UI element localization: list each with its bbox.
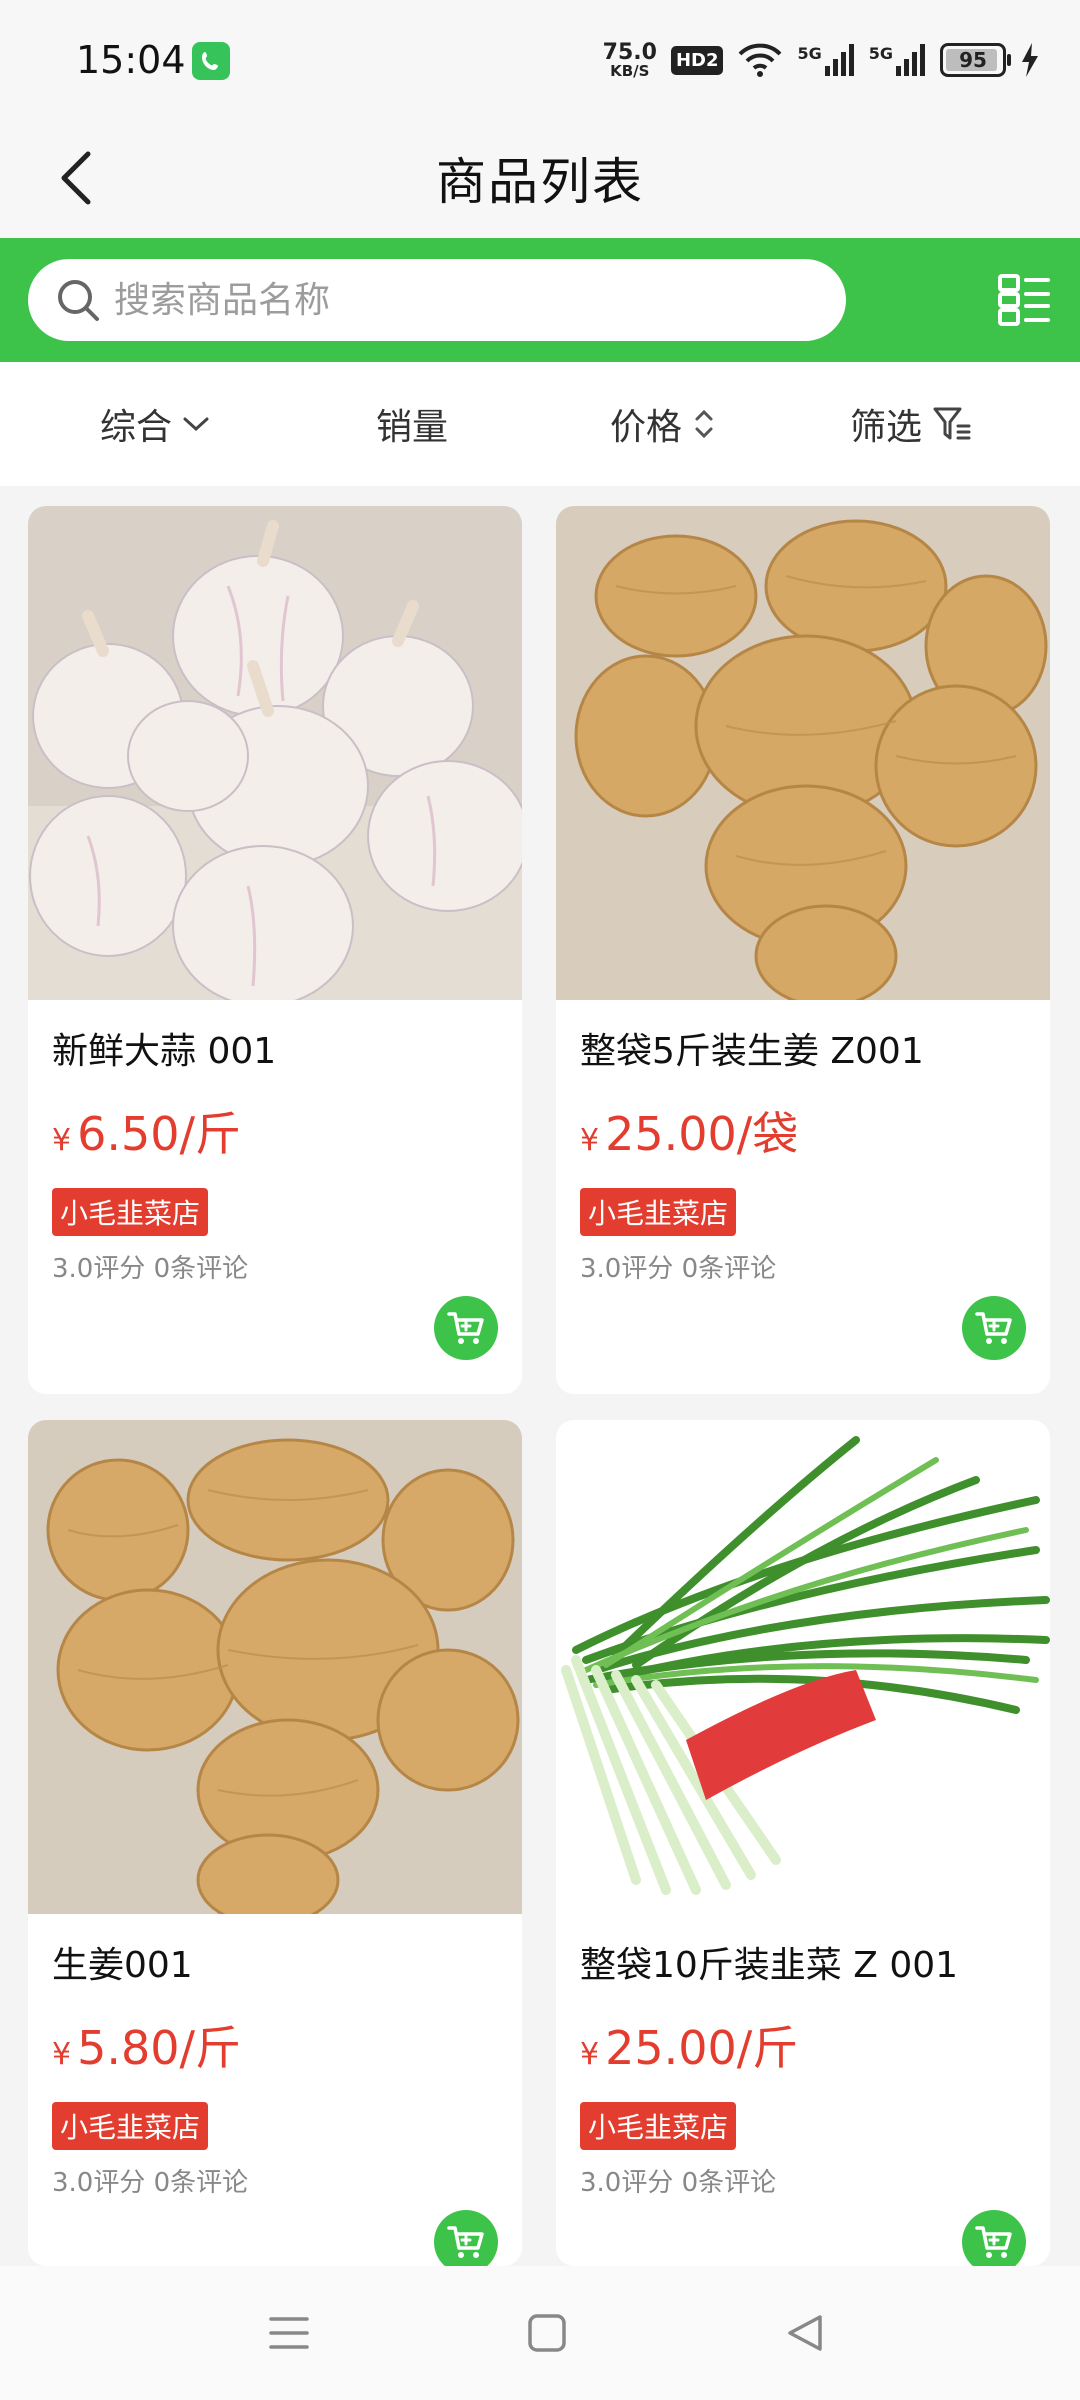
wifi-icon [739,43,782,77]
hd-voice-icon: HD2 [670,45,724,75]
filter-icon [933,407,971,440]
product-image-chives[interactable] [556,1420,1050,1914]
price-value: 6.50/斤 [77,1107,242,1161]
product-price: ¥ 5.80/斤 [52,2012,241,2078]
product-price: ¥ 25.00/袋 [580,1098,798,1164]
system-nav-bar [0,2266,1080,2400]
search-icon [58,280,99,321]
currency-symbol: ¥ [52,1123,72,1158]
page-title: 商品列表 [436,153,644,211]
search-input[interactable] [114,279,794,321]
price-value: 5.80/斤 [77,2021,242,2075]
status-time: 15:04 [76,38,186,82]
status-bar: 15:04 75.0 KB/S HD2 5G 5G 95 [0,0,1080,120]
sort-updown-icon [695,409,713,439]
sort-comprehensive[interactable]: 综合 [100,362,210,486]
sort-filter[interactable]: 筛选 [850,362,972,486]
sort-label: 销量 [376,407,449,448]
home-nav-button[interactable] [510,2296,584,2370]
product-card[interactable]: 新鲜大蒜 001 ¥ 6.50/斤 小毛韭菜店 3.0评分 0条评论 [28,506,522,1394]
add-to-cart-button[interactable] [962,1296,1026,1360]
product-name[interactable]: 整袋5斤装生姜 Z001 [580,1022,924,1074]
sort-filter-bar: 综合 销量 价格 筛选 [0,362,1080,486]
rating-reviews: 3.0评分 0条评论 [580,2168,777,2198]
price-value: 25.00/袋 [605,1107,799,1161]
menu-icon [269,2317,309,2349]
rating-reviews: 3.0评分 0条评论 [52,1254,249,1284]
product-image-ginger[interactable] [556,506,1050,1000]
add-to-cart-button[interactable] [434,1296,498,1360]
product-name[interactable]: 整袋10斤装韭菜 Z 001 [580,1936,958,1988]
battery-icon: 95 [940,43,1011,77]
shop-badge[interactable]: 小毛韭菜店 [580,2102,737,2150]
product-name[interactable]: 新鲜大蒜 001 [52,1022,276,1074]
currency-symbol: ¥ [580,1123,600,1158]
charging-bolt-icon [1022,43,1038,77]
shop-badge[interactable]: 小毛韭菜店 [52,2102,209,2150]
cart-icon [975,1312,1012,1344]
add-to-cart-button[interactable] [962,2210,1026,2266]
product-name[interactable]: 生姜001 [52,1936,193,1988]
sort-label: 价格 [610,407,683,448]
shop-badge[interactable]: 小毛韭菜店 [52,1188,209,1236]
app-header: 商品列表 [0,120,1080,238]
sort-label: 筛选 [850,407,923,448]
signal-label: 5G [868,44,893,63]
cart-icon [447,2226,484,2258]
cart-icon [447,1312,484,1344]
signal-5g-icon: 5G [869,44,926,76]
home-square-icon [528,2314,566,2352]
sort-label: 综合 [100,407,173,448]
product-card[interactable]: 整袋5斤装生姜 Z001 ¥ 25.00/袋 小毛韭菜店 3.0评分 0条评论 [556,506,1050,1394]
product-price: ¥ 6.50/斤 [52,1098,241,1164]
signal-label: 5G [797,44,822,63]
rating-reviews: 3.0评分 0条评论 [580,1254,777,1284]
grid-list-icon[interactable] [996,272,1052,328]
product-card[interactable]: 生姜001 ¥ 5.80/斤 小毛韭菜店 3.0评分 0条评论 [28,1420,522,2266]
menu-nav-button[interactable] [252,2296,326,2370]
add-to-cart-button[interactable] [434,2210,498,2266]
net-speed-value: 75.0 [602,39,657,65]
signal-5g-icon: 5G [797,44,854,76]
back-nav-button[interactable] [768,2296,842,2370]
price-value: 25.00/斤 [605,2021,799,2075]
search-box[interactable] [28,259,846,341]
chevron-down-icon [183,417,209,432]
sort-price[interactable]: 价格 [610,362,716,486]
rating-reviews: 3.0评分 0条评论 [52,2168,249,2198]
phone-call-icon [192,42,230,80]
product-image-ginger[interactable] [28,1420,522,1914]
back-triangle-icon [788,2315,822,2351]
net-speed-unit: KB/S [610,61,650,80]
sort-sales[interactable]: 销量 [376,362,448,486]
product-card[interactable]: 整袋10斤装韭菜 Z 001 ¥ 25.00/斤 小毛韭菜店 3.0评分 0条评… [556,1420,1050,2266]
battery-percent: 95 [959,48,987,72]
cart-icon [975,2226,1012,2258]
currency-symbol: ¥ [580,2037,600,2072]
product-price: ¥ 25.00/斤 [580,2012,798,2078]
network-speed: 75.0 KB/S [602,39,657,80]
search-bar-area [0,238,1080,362]
product-image-garlic[interactable] [28,506,522,1000]
shop-badge[interactable]: 小毛韭菜店 [580,1188,737,1236]
currency-symbol: ¥ [52,2037,72,2072]
